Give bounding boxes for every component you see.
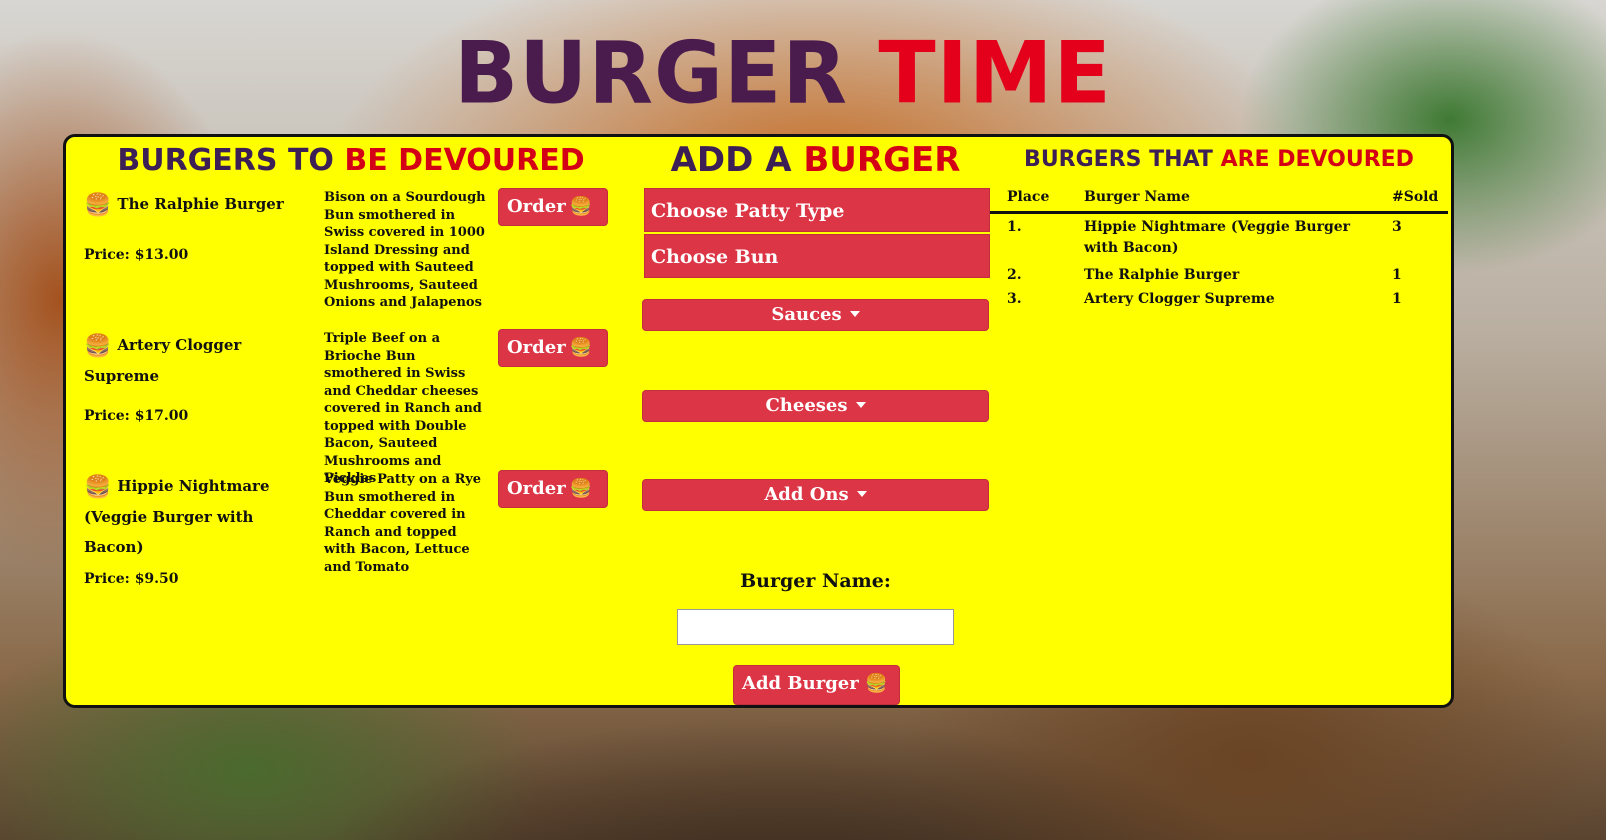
- hamburger-icon: 🍔: [84, 474, 112, 500]
- main-panel: BURGERS TO BE DEVOURED 🍔 The Ralphie Burg…: [63, 134, 1454, 708]
- order-button[interactable]: Order 🍔: [498, 188, 608, 226]
- menu-item-description: Veggie Patty on a Rye Bun smothered in C…: [324, 472, 482, 575]
- devoured-heading-b: ARE DEVOURED: [1220, 147, 1414, 172]
- hamburger-icon: 🍔: [84, 192, 112, 218]
- col-sold: #Sold: [1392, 189, 1439, 205]
- row-name: Artery Clogger Supreme: [1084, 291, 1275, 307]
- hamburger-icon: 🍔: [569, 478, 593, 499]
- add-heading-a: ADD A: [670, 140, 804, 180]
- sauces-dropdown[interactable]: Sauces: [642, 299, 989, 331]
- row-name: Hippie Nightmare (Veggie Burger with Bac…: [1084, 219, 1351, 256]
- menu-item-name: 🍔 The Ralphie Burger: [84, 192, 284, 218]
- menu-heading-b: BE DEVOURED: [344, 143, 585, 178]
- menu-heading-a: BURGERS TO: [117, 143, 345, 178]
- add-heading-b: BURGER: [803, 140, 961, 180]
- patty-select[interactable]: Choose Patty Type: [644, 188, 990, 232]
- add-burger-heading: ADD A BURGER: [642, 137, 989, 183]
- burger-name-input[interactable]: [677, 609, 954, 645]
- title-word-burger: BURGER: [454, 23, 849, 123]
- title-word-time: TIME: [878, 23, 1112, 123]
- hamburger-icon: 🍔: [84, 333, 112, 359]
- col-place: Place: [1007, 189, 1050, 205]
- row-place: 3.: [1007, 291, 1022, 307]
- row-name: The Ralphie Burger: [1084, 267, 1240, 283]
- hamburger-icon: 🍔: [569, 337, 593, 358]
- caret-down-icon: [849, 311, 860, 317]
- devoured-table: Place Burger Name #Sold 1. Hippie Nightm…: [990, 189, 1448, 313]
- col-burger-name: Burger Name: [1084, 189, 1190, 205]
- caret-down-icon: [856, 491, 867, 497]
- addons-dropdown[interactable]: Add Ons: [642, 479, 989, 511]
- hamburger-icon: 🍔: [865, 673, 888, 694]
- table-row: 2. The Ralphie Burger 1: [990, 265, 1448, 289]
- menu-item-price: Price: $17.00: [84, 408, 189, 424]
- menu-item-price: Price: $13.00: [84, 247, 189, 263]
- row-place: 1.: [1007, 219, 1022, 235]
- cheeses-dropdown[interactable]: Cheeses: [642, 390, 989, 422]
- caret-down-icon: [855, 402, 866, 408]
- menu-item-description: Bison on a Sourdough Bun smothered in Sw…: [324, 190, 486, 310]
- row-sold: 3: [1392, 219, 1402, 235]
- menu-item-name: 🍔 Hippie Nightmare (Veggie Burger with Ba…: [84, 474, 270, 556]
- devoured-heading: BURGERS THAT ARE DEVOURED: [990, 145, 1448, 175]
- bun-select[interactable]: Choose Bun: [644, 234, 990, 278]
- menu-item-description: Triple Beef on a Brioche Bun smothered i…: [324, 331, 482, 486]
- add-burger-button[interactable]: Add Burger 🍔: [733, 665, 900, 705]
- menu-heading: BURGERS TO BE DEVOURED: [66, 139, 636, 183]
- page-title: BURGER TIME: [0, 17, 1566, 129]
- menu-item-price: Price: $9.50: [84, 571, 179, 587]
- row-place: 2.: [1007, 267, 1022, 283]
- table-row: 3. Artery Clogger Supreme 1: [990, 289, 1448, 313]
- hamburger-icon: 🍔: [569, 196, 593, 217]
- order-button[interactable]: Order 🍔: [498, 470, 608, 508]
- menu-item-name: 🍔 Artery Clogger Supreme: [84, 333, 242, 385]
- burger-name-label: Burger Name:: [740, 570, 891, 592]
- row-sold: 1: [1392, 267, 1402, 283]
- row-sold: 1: [1392, 291, 1402, 307]
- table-row: 1. Hippie Nightmare (Veggie Burger with …: [990, 217, 1448, 265]
- order-button[interactable]: Order 🍔: [498, 329, 608, 367]
- table-header: Place Burger Name #Sold: [990, 189, 1448, 214]
- devoured-heading-a: BURGERS THAT: [1024, 147, 1221, 172]
